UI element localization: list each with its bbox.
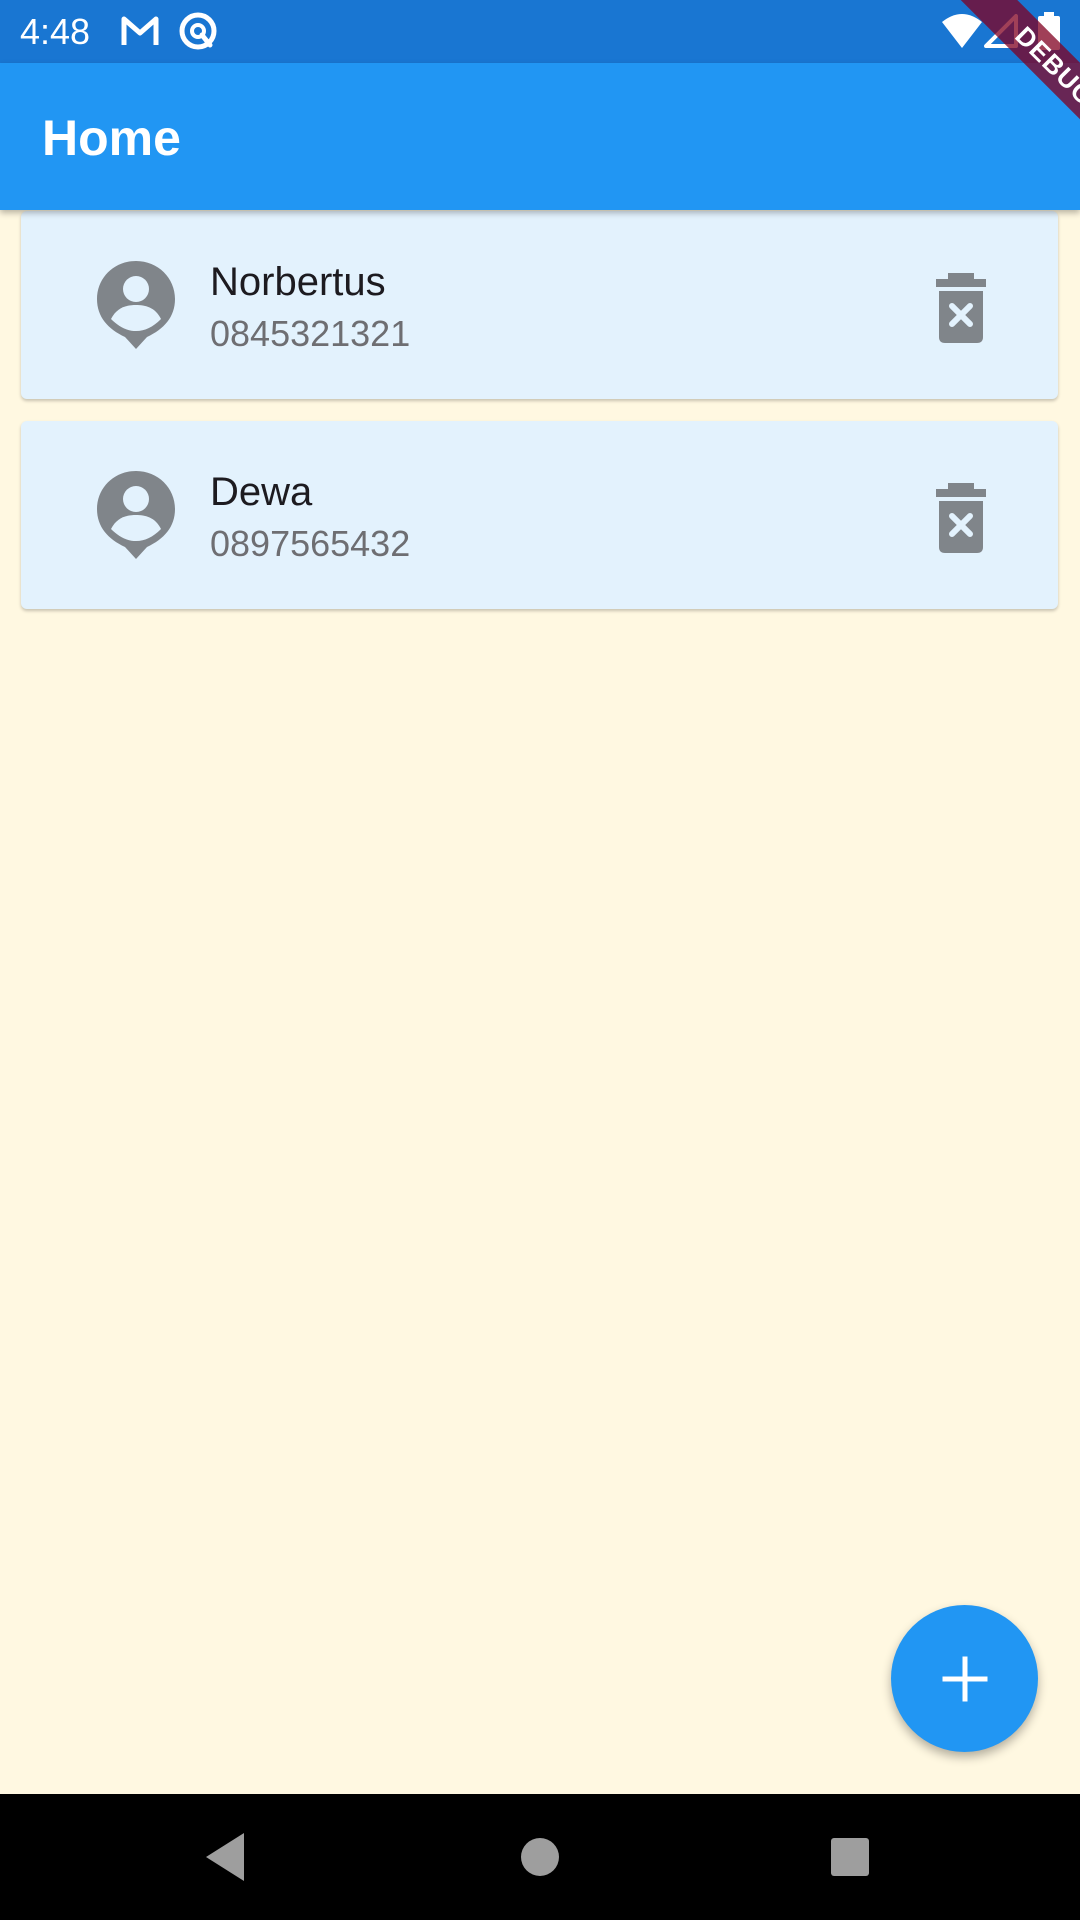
navigation-bar (0, 1794, 1080, 1920)
add-icon (942, 1656, 987, 1701)
recents-icon[interactable] (820, 1827, 880, 1887)
person-pin-icon (97, 471, 175, 559)
gmail-icon (121, 16, 159, 45)
home-icon[interactable] (510, 1827, 570, 1887)
contact-card[interactable]: Dewa 0897565432 (21, 421, 1058, 609)
app-notification-icon (179, 12, 217, 50)
page-title: Home (42, 110, 181, 166)
person-pin-icon (97, 261, 175, 349)
app-bar: Home (0, 63, 1080, 210)
contact-phone: 0845321321 (210, 313, 411, 354)
contact-phone: 0897565432 (210, 523, 411, 564)
contact-name: Norbertus (210, 260, 386, 304)
back-icon[interactable] (196, 1827, 256, 1887)
signal-icon (984, 14, 1018, 48)
delete-forever-icon[interactable] (921, 267, 1001, 347)
status-time: 4:48 (20, 11, 91, 52)
wifi-icon (942, 14, 982, 48)
screen: 4:48 DEBUG Home Norbertus 0845321321 Dew… (0, 0, 1080, 1920)
add-contact-button[interactable] (891, 1605, 1038, 1752)
status-bar: 4:48 (0, 0, 1080, 63)
delete-forever-icon[interactable] (921, 477, 1001, 557)
contact-card[interactable]: Norbertus 0845321321 (21, 211, 1058, 399)
contact-name: Dewa (210, 470, 313, 514)
battery-icon (1038, 12, 1060, 50)
